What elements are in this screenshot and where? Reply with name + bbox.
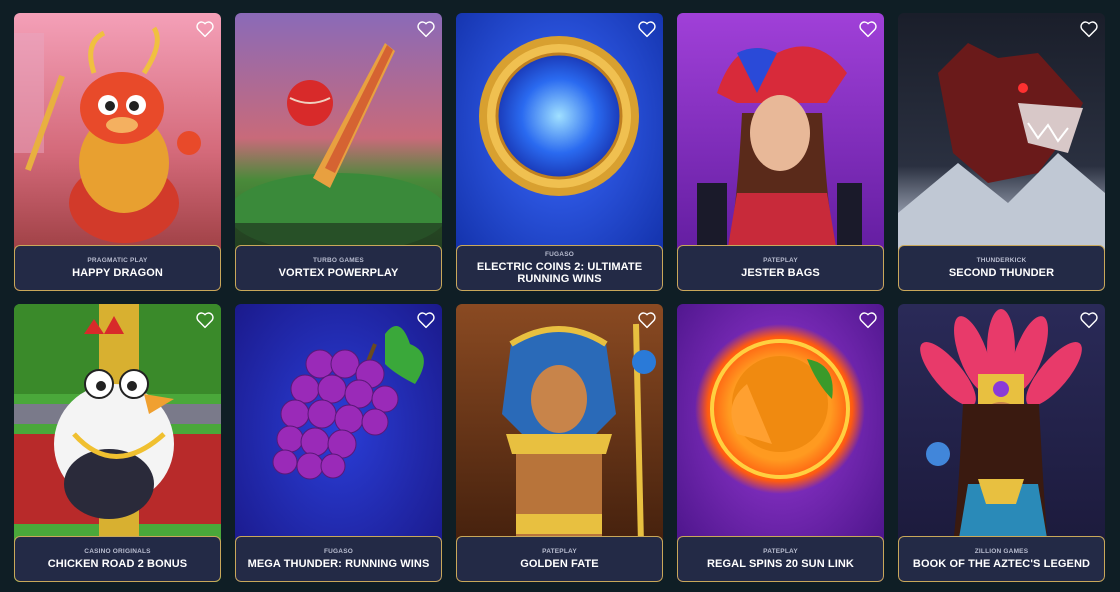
game-title: REGAL SPINS 20 SUN LINK: [707, 558, 854, 570]
game-label: ZILLION GAMES BOOK OF THE AZTEC'S LEGEND: [898, 536, 1105, 582]
game-label: FUGASO ELECTRIC COINS 2: ULTIMATE RUNNIN…: [456, 245, 663, 291]
game-title: MEGA THUNDER: RUNNING WINS: [247, 558, 430, 570]
provider-name: PATEPLAY: [763, 257, 798, 264]
game-card[interactable]: FUGASO MEGA THUNDER: RUNNING WINS: [235, 304, 442, 582]
game-grid: PRAGMATIC PLAY HAPPY DRAGON TURBO GAMES …: [14, 13, 1106, 582]
heart-icon[interactable]: [416, 19, 436, 39]
heart-icon[interactable]: [637, 310, 657, 330]
game-title: HAPPY DRAGON: [72, 267, 163, 279]
game-label: PATEPLAY GOLDEN FATE: [456, 536, 663, 582]
game-label: THUNDERKICK SECOND THUNDER: [898, 245, 1105, 291]
provider-name: ZILLION GAMES: [974, 548, 1029, 555]
game-label: PATEPLAY REGAL SPINS 20 SUN LINK: [677, 536, 884, 582]
game-card[interactable]: PATEPLAY GOLDEN FATE: [456, 304, 663, 582]
game-title: CHICKEN ROAD 2 BONUS: [47, 558, 188, 570]
provider-name: PATEPLAY: [763, 548, 798, 555]
game-label: PRAGMATIC PLAY HAPPY DRAGON: [14, 245, 221, 291]
heart-icon[interactable]: [1079, 19, 1099, 39]
game-card[interactable]: THUNDERKICK SECOND THUNDER: [898, 13, 1105, 291]
game-card[interactable]: PATEPLAY REGAL SPINS 20 SUN LINK: [677, 304, 884, 582]
heart-icon[interactable]: [858, 310, 878, 330]
game-card[interactable]: PRAGMATIC PLAY HAPPY DRAGON: [14, 13, 221, 291]
game-title: BOOK OF THE AZTEC'S LEGEND: [912, 558, 1091, 570]
game-title: ELECTRIC COINS 2: ULTIMATE RUNNING WINS: [476, 261, 643, 285]
provider-name: FUGASO: [544, 251, 574, 258]
game-title: SECOND THUNDER: [948, 267, 1055, 279]
game-title: VORTEX POWERPLAY: [278, 267, 399, 279]
heart-icon[interactable]: [195, 310, 215, 330]
game-title: GOLDEN FATE: [520, 558, 599, 570]
game-label: FUGASO MEGA THUNDER: RUNNING WINS: [235, 536, 442, 582]
game-label: CASINO ORIGINALS CHICKEN ROAD 2 BONUS: [14, 536, 221, 582]
heart-icon[interactable]: [858, 19, 878, 39]
game-card[interactable]: CASINO ORIGINALS CHICKEN ROAD 2 BONUS: [14, 304, 221, 582]
provider-name: TURBO GAMES: [313, 257, 364, 264]
game-label: PATEPLAY JESTER BAGS: [677, 245, 884, 291]
provider-name: CASINO ORIGINALS: [84, 548, 151, 555]
heart-icon[interactable]: [195, 19, 215, 39]
game-title: JESTER BAGS: [741, 267, 820, 279]
heart-icon[interactable]: [637, 19, 657, 39]
provider-name: FUGASO: [323, 548, 353, 555]
game-card[interactable]: ZILLION GAMES BOOK OF THE AZTEC'S LEGEND: [898, 304, 1105, 582]
provider-name: PRAGMATIC PLAY: [87, 257, 148, 264]
game-card[interactable]: TURBO GAMES VORTEX POWERPLAY: [235, 13, 442, 291]
game-card[interactable]: PATEPLAY JESTER BAGS: [677, 13, 884, 291]
provider-name: THUNDERKICK: [976, 257, 1027, 264]
provider-name: PATEPLAY: [542, 548, 577, 555]
game-label: TURBO GAMES VORTEX POWERPLAY: [235, 245, 442, 291]
heart-icon[interactable]: [1079, 310, 1099, 330]
game-card[interactable]: FUGASO ELECTRIC COINS 2: ULTIMATE RUNNIN…: [456, 13, 663, 291]
heart-icon[interactable]: [416, 310, 436, 330]
